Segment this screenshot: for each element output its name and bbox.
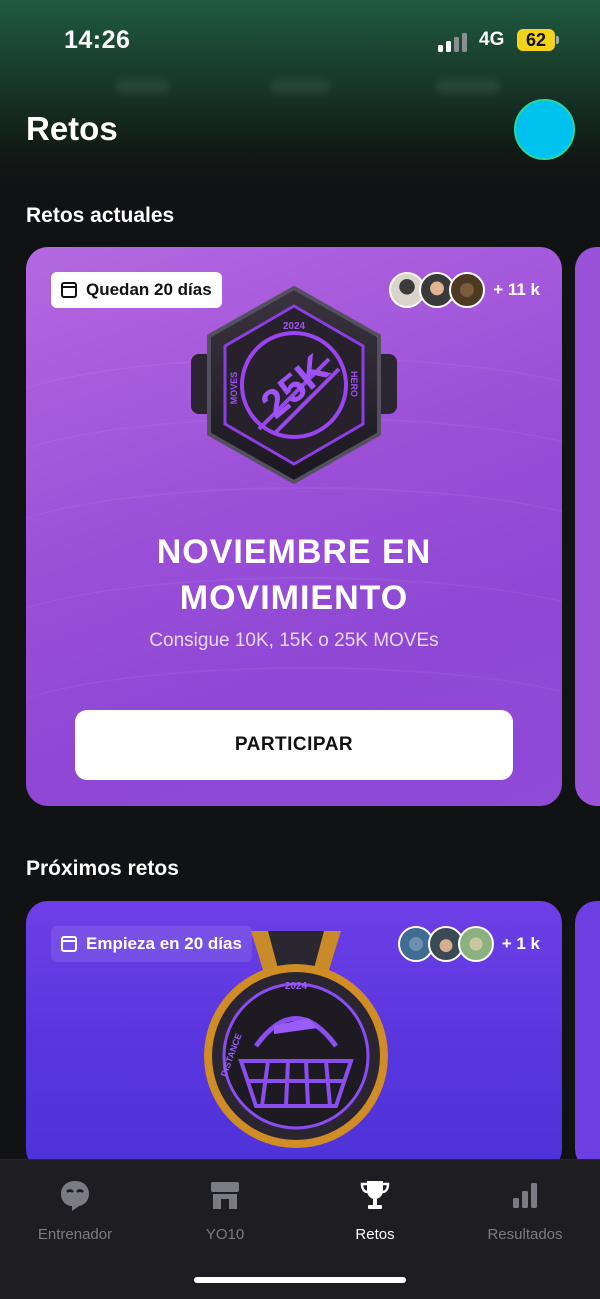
profile-avatar[interactable] [514,99,575,160]
page-title: Retos [26,110,118,147]
store-icon [211,1182,239,1209]
section-title-upcoming: Próximos retos [26,857,179,880]
participants[interactable]: + 11 k [389,272,540,308]
tab-label: Entrenador [37,1226,113,1243]
participants-count: + 11 k [493,280,540,299]
signal-icon [438,32,470,52]
status-bar: 14:26 4G 62 [0,22,600,62]
participants-count: + 1 k [501,934,540,953]
calendar-icon [61,282,77,298]
next-card-peek[interactable] [575,247,600,806]
home-indicator [194,1277,406,1283]
tab-label: Retos [355,1226,395,1243]
header: 14:26 4G 62 Retos [0,0,600,185]
blurred-tabs [0,70,600,100]
calendar-icon [61,936,77,952]
battery-icon: 62 [517,29,555,51]
badge-right-text: HERO [349,371,359,397]
participant-avatar [449,272,486,308]
distance-medal-icon: 2024 DISTANCE [204,931,388,1148]
participants-upcoming[interactable]: + 1 k [397,926,540,962]
tab-label: Resultados [487,1226,563,1243]
network-type: 4G [479,29,505,50]
tab-label: YO10 [205,1226,245,1243]
medal-year: 2024 [285,981,308,992]
badge-year: 2024 [283,321,306,332]
challenge-title-line2: MOVIMIENTO [179,579,409,617]
challenge-title-line1: NOVIEMBRE EN [156,533,432,571]
challenge-card-current[interactable]: Quedan 20 días + 11 k 25K 2024 MOVES HER… [26,247,562,806]
coach-chat-icon [61,1181,89,1211]
status-time: 14:26 [64,26,131,54]
battery-tip [556,36,559,44]
tab-resultados[interactable]: Resultados [450,1178,600,1243]
tab-yo10[interactable]: YO10 [150,1178,300,1243]
participant-avatar [457,926,494,962]
trophy-icon [360,1181,390,1209]
25k-badge-icon: 25K 2024 MOVES HERO [191,285,397,485]
challenge-card-upcoming[interactable]: Empieza en 20 días 2024 DISTANCE + 1 k [26,901,562,1171]
badge-left-text: MOVES [229,372,239,405]
section-title-current: Retos actuales [26,204,175,227]
participate-button[interactable]: PARTICIPAR [75,710,513,780]
next-card-peek[interactable] [575,901,600,1171]
tab-retos[interactable]: Retos [300,1178,450,1243]
tab-entrenador[interactable]: Entrenador [0,1178,150,1243]
challenge-subtitle: Consigue 10K, 15K o 25K MOVEs [149,630,439,651]
bar-chart-icon [513,1183,537,1208]
